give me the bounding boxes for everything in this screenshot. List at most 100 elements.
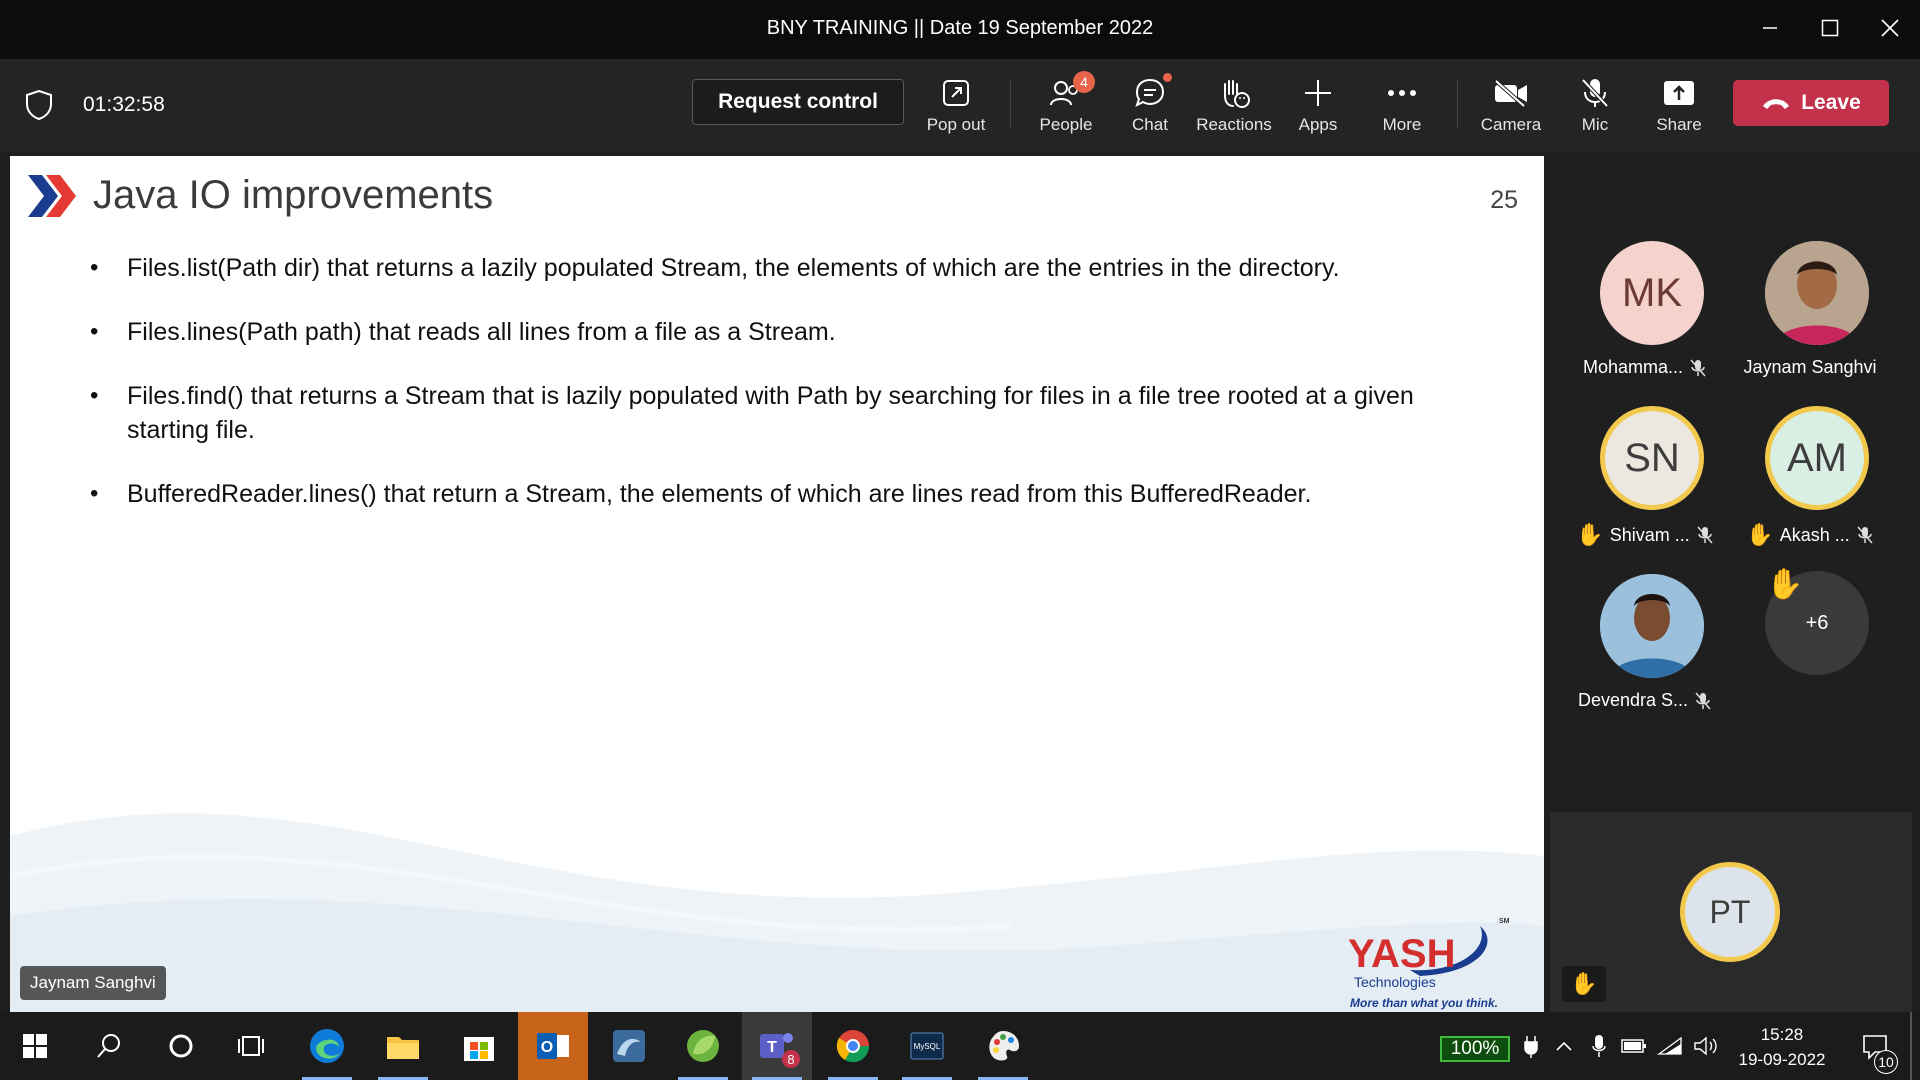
microphone-tray-icon[interactable] bbox=[1582, 1012, 1616, 1080]
paint-palette-icon bbox=[989, 1031, 1019, 1061]
avatar: MK bbox=[1600, 241, 1704, 345]
request-control-button[interactable]: Request control bbox=[692, 79, 904, 125]
participant-tile[interactable]: AM ✋ Akash ... bbox=[1720, 406, 1900, 566]
start-button[interactable] bbox=[0, 1012, 70, 1080]
minimize-button[interactable] bbox=[1750, 12, 1790, 44]
people-button[interactable]: 4 People bbox=[1021, 71, 1111, 135]
bullet-item: BufferedReader.lines() that return a Str… bbox=[80, 477, 1460, 511]
avatar: AM bbox=[1765, 406, 1869, 510]
chevron-logo-icon bbox=[28, 175, 76, 217]
wifi-icon[interactable] bbox=[1652, 1012, 1688, 1080]
edge-icon bbox=[310, 1029, 344, 1063]
avatar: SN bbox=[1600, 406, 1704, 510]
self-avatar: PT bbox=[1680, 862, 1780, 962]
file-explorer-taskbar-item[interactable] bbox=[368, 1012, 438, 1080]
store-taskbar-item[interactable] bbox=[444, 1012, 514, 1080]
chat-button[interactable]: Chat bbox=[1105, 73, 1195, 135]
reactions-button[interactable]: Reactions bbox=[1189, 73, 1279, 161]
camera-label: Camera bbox=[1480, 115, 1542, 134]
plus-icon bbox=[1305, 80, 1331, 106]
clock-date: 19-09-2022 bbox=[1738, 1050, 1826, 1069]
mysql-workbench-taskbar-item[interactable] bbox=[594, 1012, 664, 1080]
maximize-button[interactable] bbox=[1810, 12, 1850, 44]
close-icon bbox=[1881, 19, 1899, 37]
self-view: PT ✋ bbox=[1550, 812, 1912, 1012]
slide-title: Java IO improvements bbox=[93, 173, 494, 217]
mysql-icon: MySQL bbox=[910, 1032, 944, 1060]
bullet-item: Files.lines(Path path) that reads all li… bbox=[80, 315, 1460, 349]
chat-label: Chat bbox=[1132, 115, 1168, 134]
show-desktop-button[interactable] bbox=[1910, 1012, 1912, 1080]
camera-button[interactable]: Camera bbox=[1466, 73, 1556, 135]
participant-name: Mohamma... bbox=[1582, 357, 1684, 377]
shield-icon bbox=[24, 89, 54, 126]
chat-unread-dot bbox=[1163, 73, 1172, 82]
chat-icon bbox=[1135, 78, 1165, 107]
show-hidden-icons-button[interactable] bbox=[1546, 1012, 1582, 1080]
search-button[interactable] bbox=[74, 1012, 144, 1080]
leave-label: Leave bbox=[1801, 91, 1861, 114]
raised-hand-icon: ✋ bbox=[1766, 568, 1804, 601]
yash-logo: YASH Technologies More than what you thi… bbox=[1348, 918, 1510, 1010]
maximize-icon bbox=[1821, 19, 1839, 37]
more-button[interactable]: More bbox=[1357, 73, 1447, 135]
cortana-icon bbox=[169, 1034, 193, 1058]
teams-badge: 8 bbox=[782, 1050, 800, 1068]
bullet-item: Files.find() that returns a Stream that … bbox=[80, 379, 1460, 447]
cortana-button[interactable] bbox=[146, 1012, 216, 1080]
participant-tile[interactable]: SN ✋ Shivam ... bbox=[1555, 406, 1735, 566]
teams-taskbar-item[interactable]: T 8 bbox=[742, 1012, 812, 1080]
participant-name: Akash ... bbox=[1779, 524, 1850, 545]
mic-button[interactable]: Mic bbox=[1550, 73, 1640, 135]
bullet-item: Files.list(Path dir) that returns a lazi… bbox=[80, 251, 1460, 285]
share-button[interactable]: Share bbox=[1634, 73, 1724, 135]
toolbar-divider bbox=[1457, 79, 1458, 129]
participant-tile[interactable]: Devendra S... bbox=[1555, 574, 1735, 734]
chrome-icon bbox=[836, 1030, 870, 1063]
participant-tile[interactable]: MK Mohamma... bbox=[1555, 241, 1735, 401]
battery-indicator[interactable]: 100% bbox=[1440, 1036, 1510, 1062]
participant-name: Devendra S... bbox=[1577, 690, 1689, 710]
store-icon bbox=[464, 1037, 494, 1061]
meeting-timer: 01:32:58 bbox=[83, 93, 165, 116]
system-clock[interactable]: 15:28 19-09-2022 bbox=[1732, 1022, 1832, 1072]
participant-name: Shivam ... bbox=[1609, 524, 1690, 545]
more-participants-button[interactable]: +6 ✋ bbox=[1720, 568, 1900, 731]
raise-hand-indicator[interactable]: ✋ bbox=[1562, 966, 1606, 1002]
outlook-taskbar-item[interactable]: O bbox=[518, 1012, 588, 1080]
svg-text:T: T bbox=[767, 1039, 777, 1056]
pop-out-button[interactable]: Pop out bbox=[911, 73, 1001, 135]
pop-out-icon bbox=[943, 80, 969, 106]
raised-hand-icon: ✋ bbox=[1576, 522, 1604, 547]
spring-tool-taskbar-item[interactable] bbox=[668, 1012, 738, 1080]
windows-icon bbox=[23, 1034, 47, 1058]
meeting-toolbar: 01:32:58 Request control Pop out 4 Peopl… bbox=[0, 59, 1920, 161]
task-view-button[interactable] bbox=[216, 1012, 286, 1080]
mic-muted-icon bbox=[1857, 526, 1873, 544]
presenter-name-label: Jaynam Sanghvi bbox=[20, 966, 166, 1000]
shared-slide: Java IO improvements 25 Files.list(Path … bbox=[10, 156, 1544, 1012]
mysql-taskbar-item[interactable]: MySQL bbox=[892, 1012, 962, 1080]
more-icon bbox=[1388, 90, 1416, 96]
participant-gallery: MK Mohamma... Jaynam Sanghvi SN ✋ Shivam … bbox=[1550, 156, 1920, 812]
battery-tray-icon[interactable] bbox=[1616, 1012, 1652, 1080]
avatar-photo bbox=[1600, 574, 1704, 678]
plug-icon bbox=[1516, 1012, 1546, 1080]
volume-icon[interactable] bbox=[1688, 1012, 1724, 1080]
notifications-button[interactable]: 10 bbox=[1850, 1012, 1900, 1080]
people-badge: 4 bbox=[1073, 71, 1095, 93]
search-icon bbox=[97, 1034, 120, 1058]
paint-taskbar-item[interactable] bbox=[968, 1012, 1038, 1080]
hang-up-icon bbox=[1763, 99, 1790, 109]
close-button[interactable] bbox=[1870, 12, 1910, 44]
clock-time: 15:28 bbox=[1760, 1025, 1804, 1044]
chrome-taskbar-item[interactable] bbox=[818, 1012, 888, 1080]
more-label: More bbox=[1382, 115, 1422, 134]
apps-button[interactable]: Apps bbox=[1273, 73, 1363, 135]
notification-count: 10 bbox=[1874, 1050, 1898, 1074]
edge-taskbar-item[interactable] bbox=[292, 1012, 362, 1080]
leave-button[interactable]: Leave bbox=[1733, 80, 1889, 126]
mic-label: Mic bbox=[1581, 115, 1609, 134]
participant-tile[interactable]: Jaynam Sanghvi bbox=[1720, 241, 1900, 401]
camera-off-icon bbox=[1494, 79, 1527, 108]
